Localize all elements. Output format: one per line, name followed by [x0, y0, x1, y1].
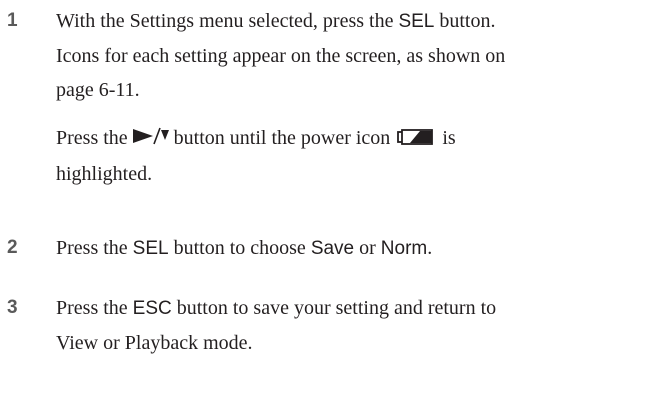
sub-paragraph: Press the button until the power icon is…	[56, 121, 660, 191]
step-2-line-1: Press the SEL button to choose Save or N…	[56, 231, 660, 266]
step-number-2: 2	[7, 237, 18, 258]
step-1-text: With the Settings menu selected, press t…	[56, 4, 660, 107]
step-1-text-post: button.	[434, 10, 496, 32]
sub-text-mid: button until the power icon	[168, 127, 396, 149]
step-3-text-post: button to save your setting and return t…	[171, 297, 497, 319]
step-3-line-1: Press the ESC button to save your settin…	[56, 291, 660, 326]
step-2-text-or: or	[354, 237, 381, 259]
step-3-text: Press the ESC button to save your settin…	[56, 291, 660, 360]
step-2-text: Press the SEL button to choose Save or N…	[56, 231, 660, 266]
step-2-text-end: .	[427, 237, 433, 259]
sel-key-label-2: SEL	[132, 238, 169, 259]
step-number-1: 1	[7, 10, 18, 31]
sub-text-pre: Press the	[56, 127, 133, 149]
step-number-3: 3	[7, 297, 18, 318]
step-1-line-1: With the Settings menu selected, press t…	[56, 4, 660, 39]
step-3-text-pre: Press the	[56, 297, 133, 319]
step-2-text-mid: button to choose	[168, 237, 311, 259]
norm-option-label: Norm	[380, 238, 428, 259]
sub-text-post: is	[437, 127, 456, 149]
esc-key-label: ESC	[132, 298, 172, 319]
sel-key-label: SEL	[398, 11, 435, 32]
save-option-label: Save	[310, 238, 355, 259]
step-2-text-pre: Press the	[56, 237, 133, 259]
step-1-line-2: Icons for each setting appear on the scr…	[56, 45, 506, 67]
step-1-text-pre: With the Settings menu selected, press t…	[56, 10, 399, 32]
step-1-line-3: page 6-11.	[56, 79, 140, 101]
sub-paragraph-line-1: Press the button until the power icon is	[56, 121, 660, 157]
battery-power-icon	[397, 123, 434, 157]
step-3-line-2: View or Playback mode.	[56, 332, 253, 354]
sub-paragraph-line-2: highlighted.	[56, 163, 153, 185]
right-down-arrow-icon	[132, 122, 169, 156]
